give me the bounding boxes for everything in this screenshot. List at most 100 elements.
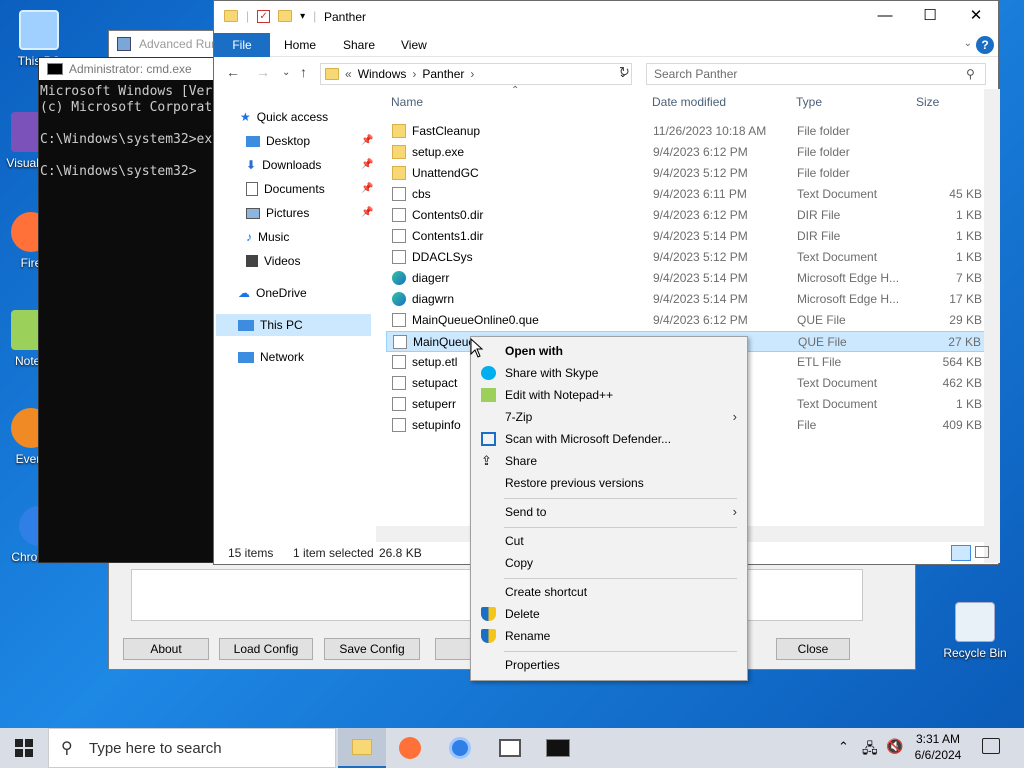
menu-copy[interactable]: Copy	[471, 552, 747, 574]
file-date: 9/4/2023 6:12 PM	[653, 208, 748, 222]
document-icon	[392, 208, 406, 222]
details-view-icon[interactable]	[951, 545, 971, 561]
cmd-output[interactable]: Microsoft Windows [Ver (c) Microsoft Cor…	[39, 80, 215, 180]
large-icons-view-icon[interactable]	[975, 546, 989, 558]
menu-delete[interactable]: Delete	[471, 603, 747, 625]
menu-edit-notepadpp[interactable]: Edit with Notepad++	[471, 384, 747, 406]
taskbar-file-explorer[interactable]	[338, 728, 386, 768]
nav-videos[interactable]: Videos	[246, 250, 300, 272]
nav-network[interactable]: Network	[238, 346, 304, 368]
file-row[interactable]: Contents1.dir 9/4/2023 5:14 PM DIR File 1 K…	[386, 226, 986, 247]
save-config-button[interactable]: Save Config	[324, 638, 420, 660]
file-row[interactable]: setup.exe 9/4/2023 6:12 PM File folder	[386, 142, 986, 163]
nav-pictures[interactable]: Pictures 📌	[246, 202, 373, 224]
vertical-scrollbar[interactable]	[984, 89, 1000, 563]
file-row[interactable]: diagwrn 9/4/2023 5:14 PM Microsoft Edge H.…	[386, 289, 986, 310]
address-row: ← → ⌄ ↑ « Windows › Panther › ⌄ ↻ Search…	[214, 57, 998, 89]
taskbar: ⚲ Type here to search ⌃ 🖧 🔇 3:31 AM 6/6/…	[0, 728, 1024, 768]
notifications-icon[interactable]	[982, 738, 1000, 754]
column-name[interactable]: Name	[391, 89, 423, 115]
file-row[interactable]: Contents0.dir 9/4/2023 6:12 PM DIR File 1 K…	[386, 205, 986, 226]
monitor-icon	[19, 10, 59, 50]
recent-locations-chevron-icon[interactable]: ⌄	[282, 67, 290, 78]
tab-share[interactable]: Share	[343, 33, 375, 57]
file-row[interactable]: UnattendGC 9/4/2023 5:12 PM File folder	[386, 163, 986, 184]
chevron-right-icon: ›	[732, 409, 737, 424]
file-row[interactable]: FastCleanup 11/26/2023 10:18 AM File folde…	[386, 121, 986, 142]
tab-home[interactable]: Home	[284, 33, 316, 57]
start-button[interactable]	[0, 728, 48, 768]
document-icon	[392, 397, 406, 411]
file-name: cbs	[412, 187, 431, 201]
menu-create-shortcut[interactable]: Create shortcut	[471, 581, 747, 603]
nav-downloads[interactable]: ⬇ Downloads 📌	[246, 154, 373, 176]
menu-7zip[interactable]: 7-Zip ›	[471, 406, 747, 428]
taskbar-search-input[interactable]: ⚲ Type here to search	[48, 728, 336, 768]
refresh-icon[interactable]: ↻	[619, 64, 630, 80]
minimize-button[interactable]: —	[862, 1, 908, 31]
close-button[interactable]: Close	[776, 638, 850, 660]
menu-share[interactable]: ⇪ Share	[471, 450, 747, 472]
cmd-window[interactable]: Administrator: cmd.exe Microsoft Windows…	[38, 57, 216, 563]
expand-ribbon-chevron-icon[interactable]: ⌄	[964, 38, 972, 49]
recycle-bin-desktop-icon[interactable]: Recycle Bin	[940, 602, 1010, 660]
taskbar-advanced-run[interactable]	[486, 728, 534, 768]
tab-file[interactable]: File	[214, 33, 270, 57]
explorer-titlebar[interactable]: | ✓ ▾ | Panther — ☐ ✕	[214, 1, 998, 33]
nav-quick-access[interactable]: ★ Quick access	[240, 106, 328, 128]
menu-restore-previous-versions[interactable]: Restore previous versions	[471, 472, 747, 494]
column-date-modified[interactable]: Date modified	[652, 89, 726, 115]
folder-icon[interactable]	[224, 10, 238, 22]
load-config-button[interactable]: Load Config	[219, 638, 313, 660]
menu-send-to[interactable]: Send to ›	[471, 501, 747, 523]
nav-onedrive[interactable]: ☁ OneDrive	[238, 282, 307, 304]
show-hidden-icons-chevron-icon[interactable]: ⌃	[838, 739, 849, 755]
menu-cut[interactable]: Cut	[471, 530, 747, 552]
video-icon	[246, 255, 258, 267]
run-button[interactable]	[435, 638, 475, 660]
nav-desktop[interactable]: Desktop 📌	[246, 130, 373, 152]
menu-properties[interactable]: Properties	[471, 654, 747, 676]
file-type: ETL File	[797, 355, 842, 369]
nav-this-pc[interactable]: This PC	[216, 314, 371, 336]
search-input[interactable]: Search Panther	[646, 63, 986, 85]
file-row[interactable]: cbs 9/4/2023 6:11 PM Text Document 45 KB	[386, 184, 986, 205]
maximize-button[interactable]: ☐	[907, 1, 953, 31]
menu-scan-defender[interactable]: Scan with Microsoft Defender...	[471, 428, 747, 450]
taskbar-firefox[interactable]	[386, 728, 434, 768]
status-size: 26.8 KB	[379, 546, 422, 560]
breadcrumb-panther[interactable]: Panther	[422, 67, 464, 81]
file-size: 29 KB	[949, 313, 982, 327]
taskbar-cmd[interactable]	[534, 728, 582, 768]
help-icon[interactable]: ?	[976, 36, 994, 54]
column-size[interactable]: Size	[916, 89, 939, 115]
file-size: 1 KB	[955, 250, 982, 264]
nav-documents[interactable]: Documents 📌	[246, 178, 373, 200]
file-row[interactable]: MainQueueOnline0.que 9/4/2023 6:12 PM QUE …	[386, 310, 986, 331]
back-arrow-icon[interactable]: ←	[226, 64, 240, 80]
file-row[interactable]: diagerr 9/4/2023 5:14 PM Microsoft Edge H.…	[386, 268, 986, 289]
forward-arrow-icon[interactable]: →	[256, 64, 270, 80]
about-button[interactable]: About	[123, 638, 209, 660]
close-window-button[interactable]: ✕	[953, 1, 999, 31]
menu-rename[interactable]: Rename	[471, 625, 747, 647]
breadcrumb-windows[interactable]: Windows	[358, 67, 407, 81]
file-row[interactable]: DDACLSys 9/4/2023 5:12 PM Text Document 1 K…	[386, 247, 986, 268]
file-size: 17 KB	[949, 292, 982, 306]
column-type[interactable]: Type	[796, 89, 822, 115]
new-folder-icon[interactable]	[278, 10, 293, 22]
file-date: 9/4/2023 5:12 PM	[653, 250, 748, 264]
nav-music[interactable]: ♪ Music	[246, 226, 289, 248]
cmd-titlebar[interactable]: Administrator: cmd.exe	[39, 58, 215, 80]
file-type: Text Document	[797, 250, 878, 264]
tab-view[interactable]: View	[401, 33, 427, 57]
network-tray-icon[interactable]: 🖧	[862, 738, 878, 762]
up-arrow-icon[interactable]: ↑	[300, 64, 307, 80]
address-bar[interactable]: « Windows › Panther › ⌄	[320, 63, 632, 85]
taskbar-clock[interactable]: 3:31 AM 6/6/2024	[900, 731, 976, 763]
taskbar-chromium[interactable]	[436, 728, 484, 768]
menu-open-with[interactable]: Open with	[471, 340, 747, 362]
properties-check-icon[interactable]: ✓	[257, 9, 271, 23]
customize-toolbar-chevron-icon[interactable]: ▾	[300, 11, 305, 22]
menu-share-with-skype[interactable]: Share with Skype	[471, 362, 747, 384]
